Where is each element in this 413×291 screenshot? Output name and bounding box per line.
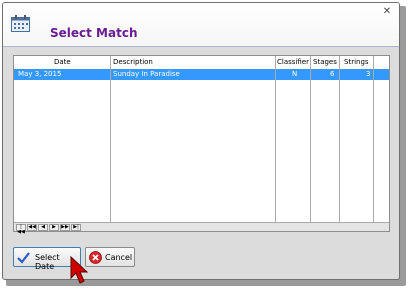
column-header-strings[interactable]: Strings xyxy=(344,56,369,68)
first-page-button[interactable]: |◀◀ xyxy=(16,224,26,235)
mouse-pointer-icon xyxy=(70,256,89,284)
record-navigator: |◀◀ ◀◀ ◀ ▶ ▶▶ ▶| xyxy=(14,222,389,235)
column-header-stages[interactable]: Stages xyxy=(313,56,337,68)
cell-classifier: N xyxy=(292,70,298,78)
column-divider xyxy=(339,56,340,224)
checkmark-icon xyxy=(17,252,30,264)
dialog-header: Select Match ✕ xyxy=(3,3,399,47)
prev-record-button[interactable]: ◀ xyxy=(38,224,48,231)
cancel-label: Cancel xyxy=(105,253,133,262)
next-record-button[interactable]: ▶ xyxy=(49,224,59,231)
column-divider xyxy=(310,56,311,224)
prev-page-button[interactable]: ◀◀ xyxy=(27,224,37,231)
cell-stages: 6 xyxy=(330,70,335,78)
next-page-button[interactable]: ▶▶ xyxy=(60,224,70,231)
column-header-date[interactable]: Date xyxy=(54,56,71,68)
cancel-button[interactable]: Cancel xyxy=(85,247,135,267)
select-match-dialog: Select Match ✕ Date Description Classifi… xyxy=(2,2,400,280)
grid-header: Date Description Classifier Stages Strin… xyxy=(14,56,389,68)
column-divider xyxy=(373,56,374,224)
cell-description: Sunday In Paradise xyxy=(113,70,180,78)
column-divider xyxy=(275,56,276,224)
match-grid[interactable]: Date Description Classifier Stages Strin… xyxy=(13,55,390,235)
cell-date: May 3, 2015 xyxy=(18,70,62,78)
close-icon[interactable]: ✕ xyxy=(381,6,393,18)
column-divider xyxy=(110,56,111,224)
cell-strings: 3 xyxy=(366,70,371,78)
dialog-title: Select Match xyxy=(50,26,138,40)
calendar-icon xyxy=(11,15,30,32)
column-header-classifier[interactable]: Classifier xyxy=(277,56,309,68)
last-page-button[interactable]: ▶| xyxy=(71,224,81,231)
column-header-description[interactable]: Description xyxy=(113,56,153,68)
